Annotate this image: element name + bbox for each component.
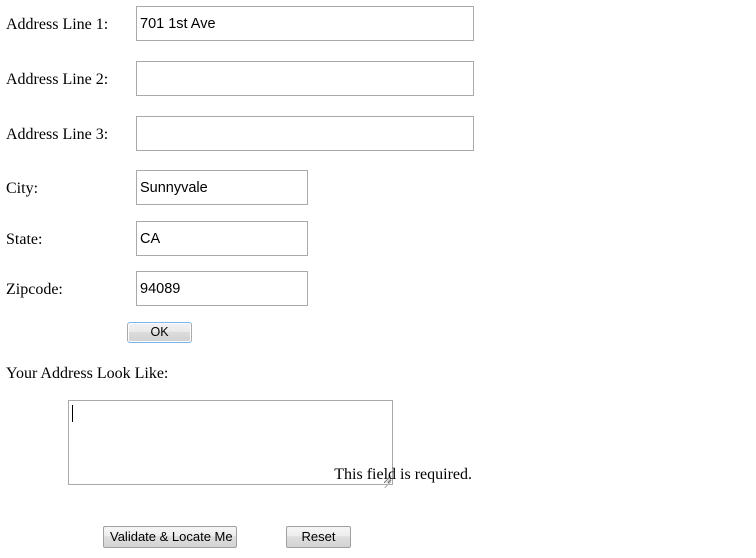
ok-button[interactable]: OK [127, 322, 192, 343]
input-state[interactable] [136, 221, 308, 256]
validate-and-locate-me-button[interactable]: Validate & Locate Me [103, 526, 237, 548]
input-city[interactable] [136, 170, 308, 205]
label-address-line-1: Address Line 1: [6, 16, 109, 33]
input-address-line-3[interactable] [136, 116, 474, 151]
input-zipcode[interactable] [136, 271, 308, 306]
label-address-line-3: Address Line 3: [6, 126, 109, 143]
field-row-address-line-2: Address Line 2: [0, 61, 756, 101]
input-address-line-2[interactable] [136, 61, 474, 96]
field-row-city: City: [0, 170, 756, 210]
field-row-zipcode: Zipcode: [0, 271, 756, 311]
field-row-address-line-1: Address Line 1: [0, 6, 756, 46]
validation-message: This field is required. [334, 466, 472, 483]
label-zipcode: Zipcode: [6, 281, 63, 298]
field-row-address-line-3: Address Line 3: [0, 116, 756, 156]
reset-button[interactable]: Reset [286, 526, 351, 548]
input-address-line-1[interactable] [136, 6, 474, 41]
field-row-state: State: [0, 221, 756, 261]
label-address-line-2: Address Line 2: [6, 71, 109, 88]
address-form-page: Address Line 1: Address Line 2: Address … [0, 0, 756, 558]
text-caret [72, 405, 73, 422]
label-state: State: [6, 231, 43, 248]
result-title: Your Address Look Like: [6, 365, 169, 382]
label-city: City: [6, 180, 39, 197]
